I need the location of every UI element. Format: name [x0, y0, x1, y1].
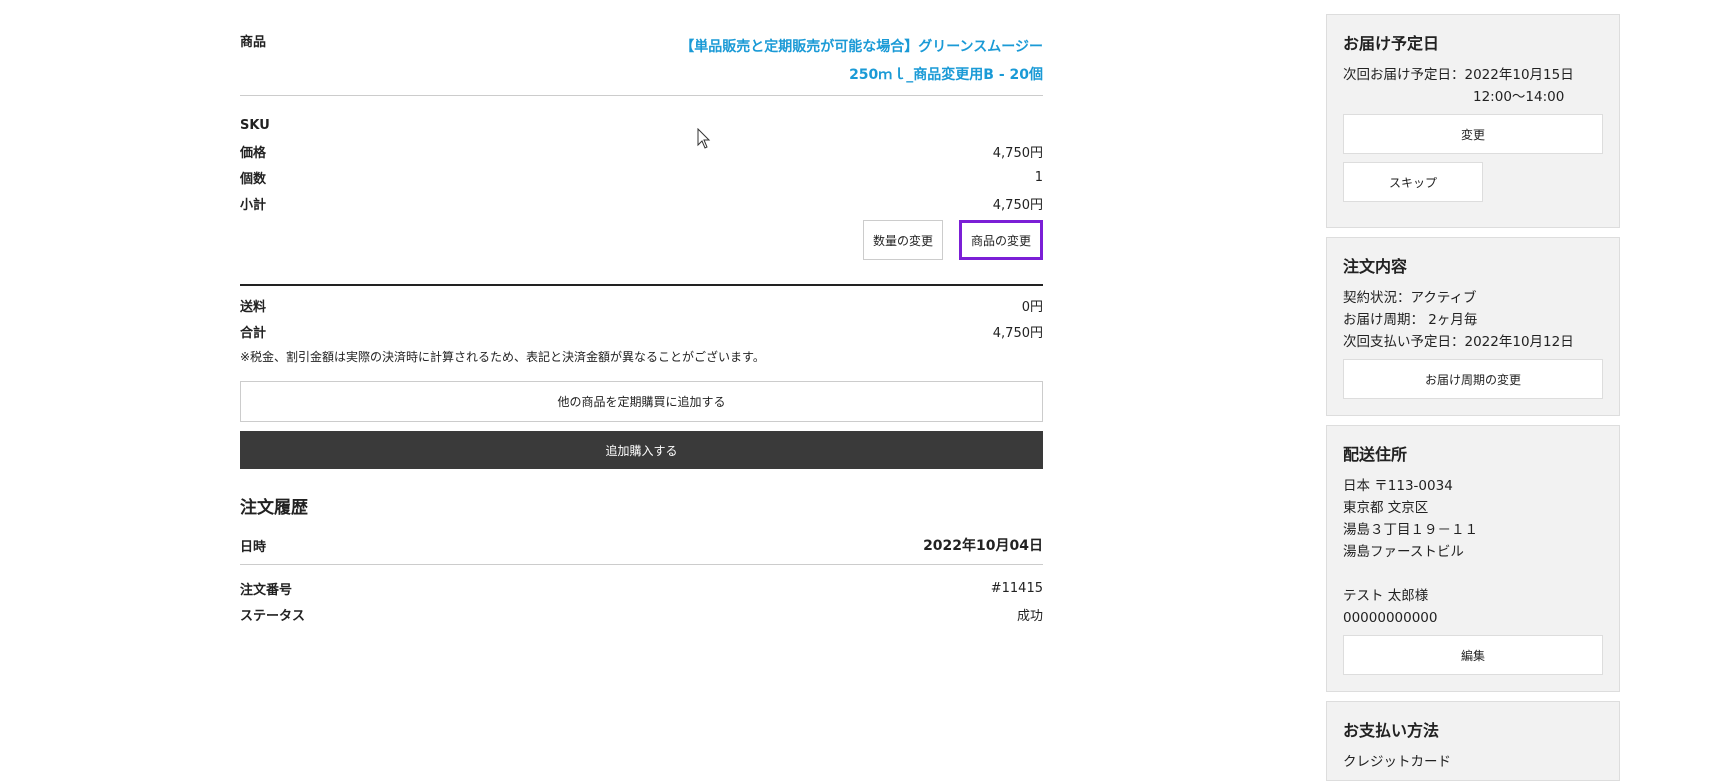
price-label: 価格: [240, 145, 267, 161]
product-name-line1[interactable]: 【単品販売と定期販売が可能な場合】グリーンスムージー: [680, 33, 1043, 61]
tax-note: ※税金、割引金額は実際の決済時に計算されるため、表記と決済金額が異なることがござ…: [240, 350, 765, 364]
address-building: 湯島ファーストビル: [1343, 544, 1464, 560]
order-number-label: 注文番号: [240, 582, 293, 598]
next-payment-date: 次回支払い予定日：2022年10月12日: [1343, 334, 1574, 350]
product-details: SKU 価格 4,750円 個数 1 小計 4,750円: [240, 112, 1043, 216]
detail-row-price: 価格 4,750円: [240, 138, 1043, 164]
order-number-row: 注文番号 #11415: [240, 575, 1043, 601]
delivery-title: お届け予定日: [1343, 34, 1440, 53]
total-row: 合計 4,750円: [240, 318, 1043, 344]
detail-row-sku: SKU: [240, 112, 1043, 138]
total-label: 合計: [240, 325, 267, 341]
address-street: 湯島３丁目１９－１１: [1343, 522, 1478, 538]
shipping-address-card: 配送住所 日本 〒113-0034 東京都 文京区 湯島３丁目１９－１１ 湯島フ…: [1326, 425, 1620, 692]
product-name-link[interactable]: 【単品販売と定期販売が可能な場合】グリーンスムージー 250ｍｌ_商品変更用B …: [680, 33, 1043, 89]
sku-label: SKU: [240, 117, 270, 133]
shipping-row: 送料 0円: [240, 292, 1043, 318]
delivery-cycle: お届け周期： 2ヶ月毎: [1343, 312, 1478, 328]
recipient-phone: 00000000000: [1343, 610, 1438, 626]
history-date-label: 日時: [240, 539, 267, 555]
payment-method-title: お支払い方法: [1343, 721, 1440, 740]
subscription-detail: 商品 【単品販売と定期販売が可能な場合】グリーンスムージー 250ｍｌ_商品変更…: [240, 0, 1043, 627]
order-number-value: #11415: [990, 580, 1043, 596]
edit-address-button[interactable]: 編集: [1343, 635, 1603, 675]
payment-method-value: クレジットカード: [1343, 754, 1451, 770]
quantity-label: 個数: [240, 171, 267, 187]
order-history-title: 注文履歴: [240, 498, 308, 518]
contract-status: 契約状況：アクティブ: [1343, 290, 1477, 306]
payment-method-card: お支払い方法 クレジットカード: [1326, 701, 1620, 781]
recipient-name: テスト 太郎様: [1343, 588, 1429, 604]
product-name-line2[interactable]: 250ｍｌ_商品変更用B - 20個: [680, 61, 1043, 89]
shipping-address-title: 配送住所: [1343, 445, 1408, 464]
totals: 送料 0円 合計 4,750円: [240, 292, 1043, 344]
history-rows: 注文番号 #11415 ステータス 成功: [240, 575, 1043, 627]
order-content-title: 注文内容: [1343, 257, 1408, 276]
history-date-value: 2022年10月04日: [923, 538, 1043, 554]
status-label: ステータス: [240, 608, 306, 624]
shipping-value: 0円: [1021, 299, 1043, 315]
add-purchase-button[interactable]: 追加購入する: [240, 431, 1043, 469]
order-content-card: 注文内容 契約状況：アクティブ お届け周期： 2ヶ月毎 次回支払い予定日：202…: [1326, 237, 1620, 416]
change-quantity-button[interactable]: 数量の変更: [862, 220, 943, 260]
subtotal-value: 4,750円: [992, 197, 1043, 213]
product-label: 商品: [240, 35, 267, 50]
delivery-time: 12:00～14:00: [1473, 89, 1565, 105]
next-delivery-date: 次回お届け予定日：2022年10月15日: [1343, 67, 1574, 83]
history-date-row: 日時 2022年10月04日: [240, 530, 1043, 565]
detail-row-subtotal: 小計 4,750円: [240, 190, 1043, 216]
price-value: 4,750円: [992, 145, 1043, 161]
quantity-value: 1: [1034, 169, 1043, 185]
status-row: ステータス 成功: [240, 601, 1043, 627]
subtotal-label: 小計: [240, 197, 267, 213]
mouse-cursor-icon: [697, 128, 711, 149]
total-value: 4,750円: [992, 325, 1043, 341]
item-actions: 数量の変更 商品の変更: [240, 220, 1043, 260]
product-row: 商品 【単品販売と定期販売が可能な場合】グリーンスムージー 250ｍｌ_商品変更…: [240, 0, 1043, 96]
add-other-product-button[interactable]: 他の商品を定期購買に追加する: [240, 381, 1043, 422]
skip-button[interactable]: スキップ: [1343, 162, 1483, 202]
change-cycle-button[interactable]: お届け周期の変更: [1343, 359, 1603, 399]
detail-row-quantity: 個数 1: [240, 164, 1043, 190]
change-product-button[interactable]: 商品の変更: [958, 220, 1043, 260]
address-postal: 日本 〒113-0034: [1343, 478, 1453, 494]
address-city: 東京都 文京区: [1343, 500, 1429, 516]
change-delivery-button[interactable]: 変更: [1343, 114, 1603, 154]
section-divider: [240, 284, 1043, 286]
status-value: 成功: [1016, 608, 1043, 624]
shipping-label: 送料: [240, 299, 267, 315]
delivery-card: お届け予定日 次回お届け予定日：2022年10月15日 12:00～14:00 …: [1326, 14, 1620, 228]
